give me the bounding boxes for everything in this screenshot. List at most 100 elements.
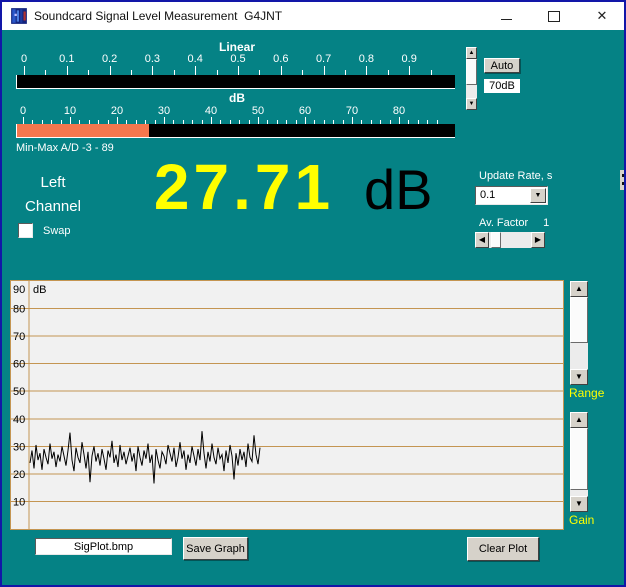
preset-70db-button[interactable]: 70dB (484, 79, 520, 93)
scroll-up-button[interactable]: ▲ (570, 281, 588, 297)
arrow-down-icon: ▼ (469, 101, 475, 107)
av-factor-label-text: Av. Factor (479, 217, 528, 229)
db-tick (117, 117, 118, 124)
y-axis-tick-label: 30 (13, 441, 25, 453)
close-icon: ✕ (597, 8, 608, 24)
db-level-bar (16, 124, 455, 138)
y-axis-unit-label: dB (33, 284, 46, 296)
save-graph-button[interactable]: Save Graph (183, 537, 248, 560)
scrollbar-track[interactable] (489, 232, 531, 248)
linear-tick (409, 66, 410, 75)
av-factor-scrollbar[interactable]: ◀ ▶ (475, 232, 545, 248)
swap-checkbox[interactable] (18, 223, 33, 238)
scrollbar-track[interactable] (570, 428, 588, 496)
scrollbar-track[interactable] (570, 297, 588, 369)
scroll-up-button[interactable]: ▲ (570, 412, 588, 428)
channel-label: Left Channel (10, 171, 96, 219)
db-tick-label: 20 (100, 105, 134, 117)
signal-plot: 90 80 70 60 50 40 30 20 10 dB (10, 280, 564, 530)
linear-tick (366, 66, 367, 75)
y-axis-tick-label: 10 (13, 496, 25, 508)
db-tick-label: 0 (6, 105, 40, 117)
db-tick-label: 70 (335, 105, 369, 117)
chevron-down-icon: ▼ (535, 192, 542, 199)
auto-button[interactable]: Auto (484, 58, 520, 73)
y-axis-tick-label: 90 (13, 284, 25, 296)
swap-checkbox-label: Swap (43, 225, 71, 237)
db-tick-label: 40 (194, 105, 228, 117)
y-axis-tick-label: 80 (13, 304, 25, 316)
linear-scale-ticks (2, 65, 462, 75)
arrow-down-icon: ▼ (575, 373, 583, 381)
scroll-down-button[interactable]: ▼ (570, 369, 588, 385)
spinner-mark (622, 182, 626, 185)
scrollbar-thumb[interactable] (466, 59, 477, 85)
db-tick (211, 117, 212, 124)
clear-plot-button[interactable]: Clear Plot (467, 537, 539, 561)
db-tick (258, 117, 259, 124)
arrow-up-icon: ▲ (575, 285, 583, 293)
db-tick-label: 50 (241, 105, 275, 117)
linear-tick-label: 0.4 (178, 53, 212, 65)
combobox-drop-button[interactable]: ▼ (530, 188, 546, 203)
av-factor-value: 1 (543, 217, 549, 229)
scroll-up-button[interactable]: ▲ (466, 47, 477, 59)
linear-tick-label: 0.7 (307, 53, 341, 65)
level-adjust-scrollbar[interactable]: ▲ ▼ (466, 47, 477, 110)
scrollbar-track[interactable] (466, 59, 477, 98)
gain-scrollbar[interactable]: ▲ ▼ (570, 412, 588, 512)
spinner-mark (622, 174, 626, 177)
y-axis-tick-label: 40 (13, 414, 25, 426)
y-axis-tick-label: 60 (13, 359, 25, 371)
linear-tick (195, 66, 196, 75)
update-rate-combobox[interactable]: 0.1 ▼ (475, 186, 548, 205)
range-scrollbar[interactable]: ▲ ▼ (570, 281, 588, 385)
db-tick (23, 117, 24, 124)
minimize-button[interactable] (484, 2, 528, 30)
linear-level-bar (16, 75, 455, 89)
close-button[interactable]: ✕ (580, 2, 624, 30)
linear-tick (238, 66, 239, 75)
maximize-button[interactable] (532, 2, 576, 30)
titlebar: Soundcard Signal Level Measurement G4JNT… (2, 2, 624, 30)
db-scale-ticks (2, 117, 462, 124)
db-tick (305, 117, 306, 124)
db-tick-label: 30 (147, 105, 181, 117)
db-tick-label: 60 (288, 105, 322, 117)
scroll-down-button[interactable]: ▼ (466, 98, 477, 110)
update-rate-value: 0.1 (480, 189, 495, 201)
db-level-fill (17, 124, 149, 137)
update-rate-label: Update Rate, s (479, 170, 552, 182)
channel-line2: Channel (10, 195, 96, 219)
linear-tick (281, 66, 282, 75)
linear-tick (324, 66, 325, 75)
y-axis-tick-label: 50 (13, 386, 25, 398)
scroll-left-button[interactable]: ◀ (475, 232, 489, 248)
scroll-down-button[interactable]: ▼ (570, 496, 588, 512)
arrow-up-icon: ▲ (575, 416, 583, 424)
db-tick-label: 10 (53, 105, 87, 117)
linear-tick-label: 0.8 (349, 53, 383, 65)
y-axis-tick-label: 20 (13, 469, 25, 481)
linear-tick-label: 0 (7, 53, 41, 65)
minimize-icon (501, 19, 512, 20)
scrollbar-thumb[interactable] (570, 428, 588, 490)
db-tick (70, 117, 71, 124)
level-readout-value: 27.71 (128, 155, 360, 219)
scrollbar-thumb[interactable] (570, 297, 588, 343)
db-tick-label: 80 (382, 105, 416, 117)
filename-input[interactable] (35, 538, 172, 555)
arrow-left-icon: ◀ (479, 236, 485, 244)
clipped-spinner-control (620, 170, 626, 190)
y-axis-tick-label: 70 (13, 331, 25, 343)
minmax-readout: Min-Max A/D -3 - 89 (16, 142, 114, 154)
signal-trace (30, 431, 260, 483)
db-tick (352, 117, 353, 124)
scrollbar-thumb[interactable] (491, 232, 501, 248)
channel-line1: Left (10, 171, 96, 195)
linear-tick (67, 66, 68, 75)
av-factor-label: Av. Factor 1 (479, 217, 549, 229)
scroll-right-button[interactable]: ▶ (531, 232, 545, 248)
level-readout-unit: dB (364, 162, 433, 218)
arrow-right-icon: ▶ (535, 236, 541, 244)
